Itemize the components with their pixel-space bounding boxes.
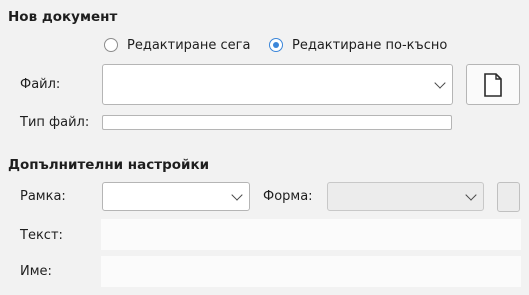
- chevron-down-icon[interactable]: [465, 188, 477, 201]
- new-file-button[interactable]: [466, 64, 520, 105]
- name-field[interactable]: [101, 256, 521, 287]
- frame-combobox[interactable]: [102, 182, 250, 211]
- new-document-heading: Нов документ: [8, 9, 118, 25]
- file-label: Файл:: [20, 77, 61, 92]
- text-field[interactable]: [101, 219, 521, 250]
- file-combobox[interactable]: [102, 64, 453, 105]
- radio-edit-now[interactable]: Редактиране сега: [104, 37, 250, 53]
- radio-edit-now-label: Редактиране сега: [127, 37, 251, 53]
- frame-label: Рамка:: [20, 189, 66, 204]
- name-label: Име:: [20, 264, 52, 279]
- file-type-label: Тип файл:: [20, 115, 90, 130]
- shape-options-button[interactable]: [497, 182, 520, 212]
- radio-edit-now-indicator[interactable]: [104, 38, 118, 52]
- shape-label: Форма:: [263, 189, 313, 204]
- shape-combobox[interactable]: [327, 182, 484, 211]
- file-type-field[interactable]: [102, 115, 452, 130]
- radio-edit-later[interactable]: Редактиране по-късно: [269, 37, 447, 53]
- document-icon: [484, 73, 502, 97]
- radio-edit-later-indicator[interactable]: [269, 38, 283, 52]
- text-label: Текст:: [20, 228, 63, 243]
- radio-edit-later-label: Редактиране по-късно: [292, 37, 448, 53]
- chevron-down-icon[interactable]: [231, 188, 243, 201]
- chevron-down-icon[interactable]: [434, 76, 446, 89]
- additional-settings-heading: Допълнителни настройки: [8, 157, 210, 173]
